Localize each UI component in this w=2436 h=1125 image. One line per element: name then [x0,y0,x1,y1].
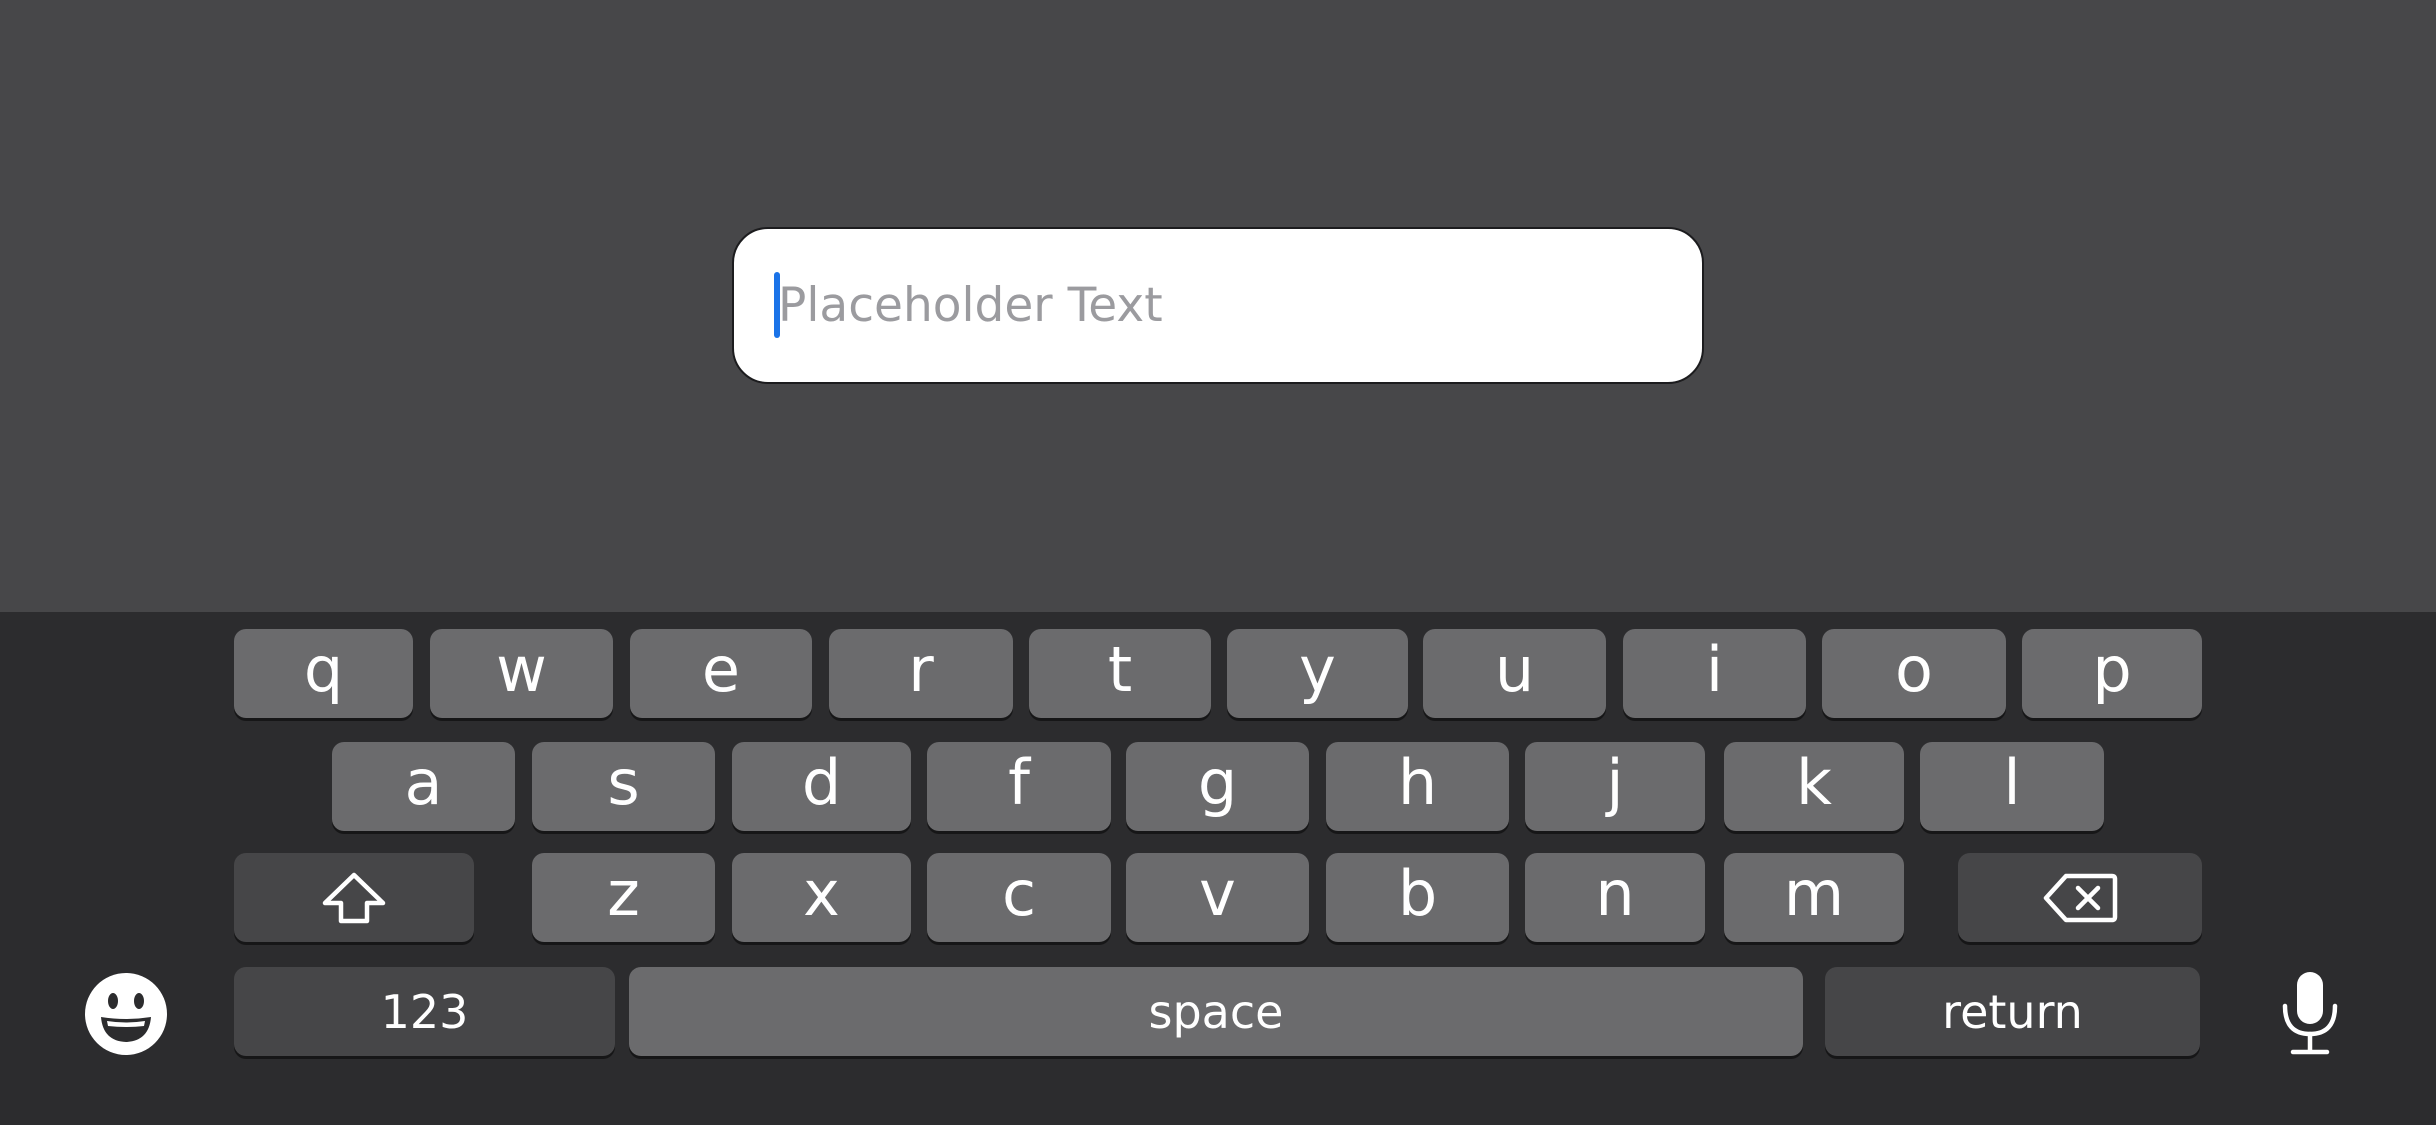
key-c[interactable]: c [927,853,1111,942]
emoji-key[interactable] [82,970,170,1058]
key-x[interactable]: x [732,853,911,942]
shift-arrow-icon [319,870,389,926]
key-l[interactable]: l [1920,742,2104,831]
key-a[interactable]: a [332,742,515,831]
backspace-icon [2042,872,2118,924]
space-key[interactable]: space [629,967,1803,1056]
onscreen-keyboard: q w e r t y u i o p a s d f g h j k l z … [0,612,2436,1125]
key-g[interactable]: g [1126,742,1309,831]
dictation-key[interactable] [2270,964,2350,1064]
text-field-placeholder: Placeholder Text [778,278,1163,333]
key-t[interactable]: t [1029,629,1211,718]
key-s[interactable]: s [532,742,715,831]
return-key[interactable]: return [1825,967,2200,1056]
key-n[interactable]: n [1525,853,1705,942]
key-w[interactable]: w [430,629,613,718]
key-y[interactable]: y [1227,629,1408,718]
key-p[interactable]: p [2022,629,2202,718]
text-input-field[interactable]: Placeholder Text [732,227,1704,384]
key-m[interactable]: m [1724,853,1904,942]
key-d[interactable]: d [732,742,911,831]
key-e[interactable]: e [630,629,812,718]
key-r[interactable]: r [829,629,1013,718]
key-k[interactable]: k [1724,742,1904,831]
key-u[interactable]: u [1423,629,1606,718]
delete-key[interactable] [1958,853,2202,942]
microphone-icon [2277,970,2343,1058]
numbers-key[interactable]: 123 [234,967,615,1056]
key-j[interactable]: j [1525,742,1705,831]
key-q[interactable]: q [234,629,413,718]
app-background: Placeholder Text [0,0,2436,612]
key-f[interactable]: f [927,742,1111,831]
key-b[interactable]: b [1326,853,1509,942]
emoji-icon [83,971,169,1057]
key-o[interactable]: o [1822,629,2006,718]
key-v[interactable]: v [1126,853,1309,942]
key-h[interactable]: h [1326,742,1509,831]
key-z[interactable]: z [532,853,715,942]
key-i[interactable]: i [1623,629,1806,718]
shift-key[interactable] [234,853,474,942]
